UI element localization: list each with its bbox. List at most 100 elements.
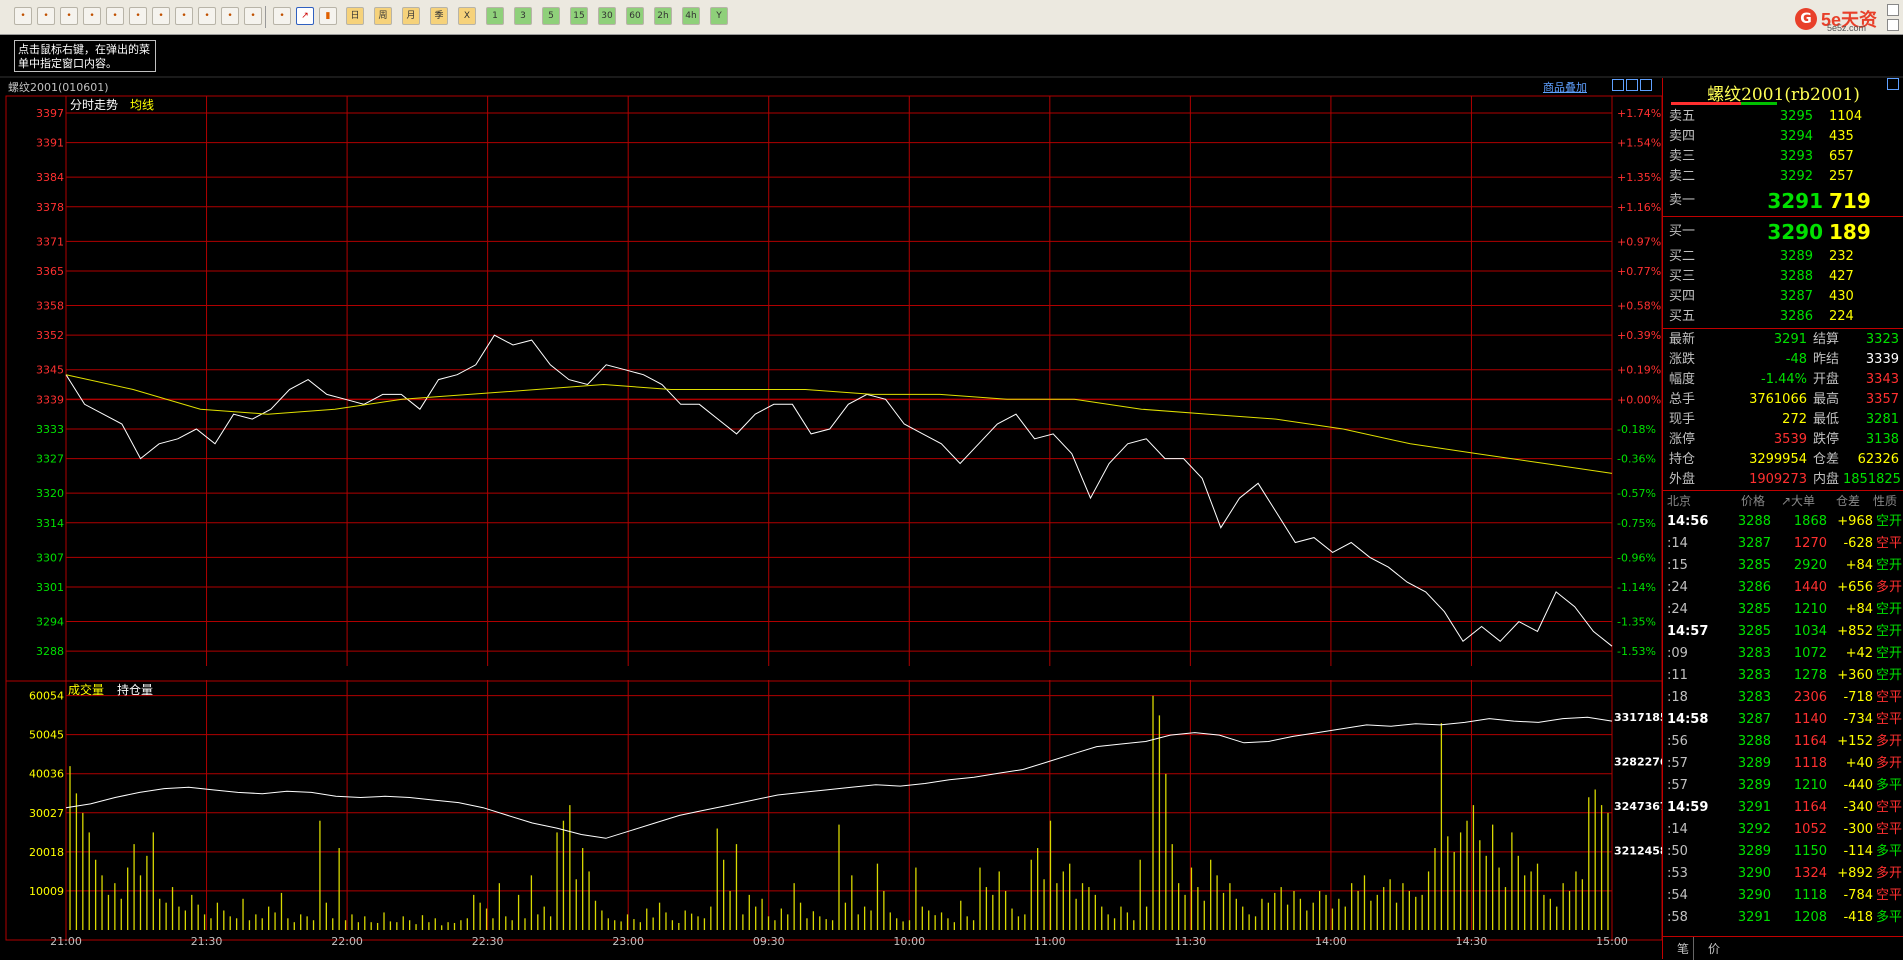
bid-row: 买五 3286 224 xyxy=(1663,307,1903,327)
trade-cell: +360 xyxy=(1837,668,1873,683)
trade-cell: 1210 xyxy=(1793,602,1827,617)
trade-cell: 1118 xyxy=(1793,756,1827,771)
intraday-chart[interactable]: 3397 +1.74% 3391 +1.54% 3384 +1.35% 3378 +1.16%… xyxy=(0,0,1662,959)
sell-ratio-bar xyxy=(1671,102,1741,105)
panel-toggle-icon[interactable] xyxy=(1887,78,1899,90)
trade-cell: 1164 xyxy=(1793,734,1827,749)
y-pct-label: +0.19% xyxy=(1617,364,1661,377)
x-tick-label: 21:30 xyxy=(191,935,223,948)
vol-tick-label: 40036 xyxy=(29,768,64,781)
bottom-tabs: 笔 价 xyxy=(1663,936,1903,960)
trade-cell: 多开 xyxy=(1876,756,1903,771)
ask1-row-pr: 3291 xyxy=(1767,189,1823,213)
bid-row-vo: 430 xyxy=(1829,289,1854,304)
stat-value: -48 xyxy=(1785,352,1807,367)
ask-row: 卖三 3293 657 xyxy=(1663,147,1903,167)
bid-row-vo: 427 xyxy=(1829,269,1854,284)
restore-icon[interactable] xyxy=(1887,19,1899,31)
trade-cell: :50 xyxy=(1667,844,1688,859)
trade-cell: :14 xyxy=(1667,536,1688,551)
ask-row: 卖四 3294 435 xyxy=(1663,127,1903,147)
trade-cell: -734 xyxy=(1843,712,1873,727)
minimize-icon[interactable] xyxy=(1887,4,1899,16)
chart-frame xyxy=(5,95,1662,941)
trade-cell: :18 xyxy=(1667,690,1688,705)
trade-row: 14:59 3291 1164 -340 空平 xyxy=(1663,797,1903,819)
x-tick-label: 11:00 xyxy=(1034,935,1066,948)
trade-row: 14:57 3285 1034 +852 空开 xyxy=(1663,621,1903,643)
trade-cell: +656 xyxy=(1837,580,1873,595)
buy-ratio-bar xyxy=(1741,102,1777,105)
ask-row: 卖五 3295 1104 xyxy=(1663,107,1903,127)
trade-row: :15 3285 2920 +84 空开 xyxy=(1663,555,1903,577)
logo-mark-icon: G xyxy=(1795,8,1817,30)
bid-row-lb: 买五 xyxy=(1669,309,1696,324)
trade-cell: 14:58 xyxy=(1667,712,1709,727)
stat-label: 总手 xyxy=(1669,392,1696,407)
bid-row-pr: 3286 xyxy=(1779,309,1813,324)
stat-value: 272 xyxy=(1782,412,1807,427)
y-pct-label: -0.18% xyxy=(1617,423,1656,436)
stat-label: 结算 xyxy=(1813,332,1840,347)
trade-cell: :24 xyxy=(1667,602,1688,617)
trade-row: :24 3286 1440 +656 多开 xyxy=(1663,577,1903,599)
stat-row: 现手 272 最低 3281 xyxy=(1663,410,1903,430)
x-tick-label: 21:00 xyxy=(50,935,82,948)
y-pct-label: +0.97% xyxy=(1617,235,1661,248)
tab-price[interactable]: 价 xyxy=(1708,940,1720,957)
trade-cell: 1440 xyxy=(1793,580,1827,595)
trade-header-cell: 性质 xyxy=(1873,494,1898,508)
tab-trades[interactable]: 笔 xyxy=(1677,940,1689,957)
trade-cell: :57 xyxy=(1667,756,1688,771)
trade-cell: 3291 xyxy=(1737,800,1771,815)
x-tick-label: 22:30 xyxy=(472,935,504,948)
y-tick-label: 3391 xyxy=(36,137,64,150)
trade-cell: 3292 xyxy=(1737,822,1771,837)
trade-cell: 3287 xyxy=(1737,712,1771,727)
y-pct-label: +1.74% xyxy=(1617,107,1661,120)
stat-value: 1851825 xyxy=(1843,472,1901,487)
trade-row: 14:56 3288 1868 +968 空开 xyxy=(1663,511,1903,533)
trade-cell: 3286 xyxy=(1737,580,1771,595)
panel-title: 螺纹2001(rb2001) xyxy=(1707,85,1860,105)
trade-cell: 空开 xyxy=(1876,668,1903,683)
trade-cell: 1208 xyxy=(1793,910,1827,925)
trade-cell: :11 xyxy=(1667,668,1688,683)
price-line xyxy=(65,334,1613,647)
trade-cell: 多开 xyxy=(1876,734,1903,749)
trade-cell: 3289 xyxy=(1737,844,1771,859)
ask1-row-lb: 卖一 xyxy=(1669,193,1696,208)
y-tick-label: 3397 xyxy=(36,107,64,120)
stat-label: 昨结 xyxy=(1813,352,1840,367)
trade-cell: -418 xyxy=(1843,910,1873,925)
stat-label: 最新 xyxy=(1669,332,1696,347)
trade-cell: 多开 xyxy=(1876,866,1903,881)
trade-cell: +40 xyxy=(1845,756,1873,771)
y-pct-label: +0.58% xyxy=(1617,300,1661,313)
y-tick-label: 3358 xyxy=(36,300,64,313)
trade-cell: 1140 xyxy=(1793,712,1827,727)
y-tick-label: 3352 xyxy=(36,329,64,342)
stat-value: 3291 xyxy=(1773,332,1807,347)
trade-cell: 14:59 xyxy=(1667,800,1709,815)
trade-cell: -440 xyxy=(1843,778,1873,793)
stat-value: 3281 xyxy=(1865,412,1899,427)
stat-row: 持仓 3299954 仓差 62326 xyxy=(1663,450,1903,470)
trade-cell: 3288 xyxy=(1737,734,1771,749)
oi-label: 持仓量 xyxy=(117,682,153,697)
y-pct-label: +1.35% xyxy=(1617,171,1661,184)
y-tick-label: 3301 xyxy=(36,581,64,594)
trade-cell: 1324 xyxy=(1793,866,1827,881)
y-pct-label: -1.14% xyxy=(1617,581,1656,594)
bid-row-pr: 3287 xyxy=(1779,289,1813,304)
trade-header-cell: ↗大单 xyxy=(1781,494,1816,508)
trade-cell: 多开 xyxy=(1876,580,1903,595)
bid-row-pr: 3288 xyxy=(1779,269,1813,284)
trade-row: :18 3283 2306 -718 空平 xyxy=(1663,687,1903,709)
trade-cell: 3285 xyxy=(1737,624,1771,639)
y-tick-label: 3365 xyxy=(36,265,64,278)
ask-row-vo: 1104 xyxy=(1829,109,1863,124)
ask-row-pr: 3292 xyxy=(1779,169,1813,184)
trade-cell: 3290 xyxy=(1737,866,1771,881)
bid-row-lb: 买三 xyxy=(1669,269,1696,284)
